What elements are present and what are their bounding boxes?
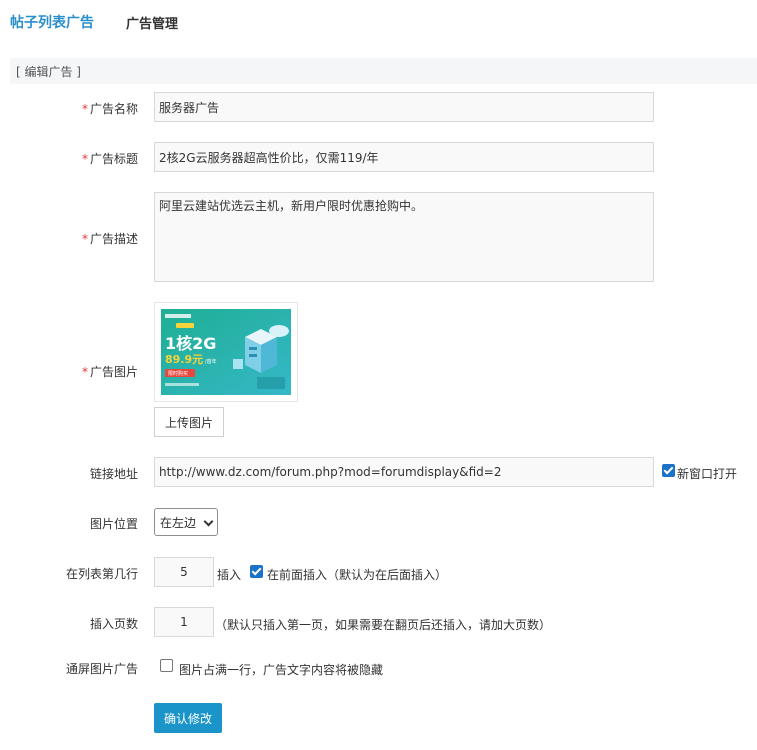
insert-text: 插入 xyxy=(217,568,242,582)
fullscreen-label: 通屏图片广告 xyxy=(65,662,138,676)
position-label: 图片位置 xyxy=(89,517,138,531)
link-input[interactable]: http://www.dz.com/forum.php?mod=forumdis… xyxy=(154,457,654,487)
new-window-label: 新窗口打开 xyxy=(677,467,738,481)
pages-input[interactable]: 1 xyxy=(154,607,214,637)
section-title: [ 编辑广告 ] xyxy=(16,65,81,79)
ad-name-label: * 广告名称 xyxy=(81,102,138,116)
link-label: 链接地址 xyxy=(89,467,138,481)
ad-desc-textarea[interactable]: 阿里云建站优选云主机，新用户限时优惠抢购中。 xyxy=(154,192,654,282)
nav-ad-management[interactable]: 广告管理 xyxy=(126,13,178,32)
confirm-edit-button[interactable]: 确认修改 xyxy=(154,703,222,733)
ad-banner-image: 1核2G 89.9元 /首年 限时购买 xyxy=(161,309,291,395)
upload-image-button[interactable]: 上传图片 xyxy=(154,407,224,437)
new-window-checkbox[interactable] xyxy=(662,464,675,477)
insert-before-checkbox[interactable] xyxy=(250,565,263,578)
ad-cta: 限时购买 xyxy=(168,370,188,377)
pages-label: 插入页数 xyxy=(89,617,138,631)
pages-hint: （默认只插入第一页，如果需要在翻页后还插入，请加大页数） xyxy=(215,618,552,632)
section-header: [ 编辑广告 ] xyxy=(10,58,757,84)
ad-image-label: * 广告图片 xyxy=(81,365,138,379)
ad-title-input[interactable]: 2核2G云服务器超高性价比，仅需119/年 xyxy=(154,142,654,172)
ad-price: 89.9元 xyxy=(165,353,203,366)
insert-before-label: 在前面插入（默认为在后面插入） xyxy=(267,568,448,582)
nav-post-list-ads[interactable]: 帖子列表广告 xyxy=(10,12,94,32)
chevron-down-icon xyxy=(203,516,214,527)
position-select[interactable]: 在左边 xyxy=(154,508,218,536)
ad-name-input[interactable]: 服务器广告 xyxy=(154,92,654,122)
row-input[interactable]: 5 xyxy=(154,557,214,587)
ad-image-preview: 1核2G 89.9元 /首年 限时购买 xyxy=(154,302,298,402)
top-nav: 帖子列表广告 广告管理 xyxy=(0,0,757,44)
fullscreen-checkbox[interactable] xyxy=(160,659,173,672)
ad-per-year: /首年 xyxy=(205,358,217,365)
ad-headline: 1核2G xyxy=(165,334,216,353)
ad-desc-label: * 广告描述 xyxy=(81,232,138,246)
fullscreen-option-label: 图片占满一行，广告文字内容将被隐藏 xyxy=(179,663,384,677)
ad-title-label: * 广告标题 xyxy=(81,152,138,166)
row-label: 在列表第几行 xyxy=(65,567,138,581)
